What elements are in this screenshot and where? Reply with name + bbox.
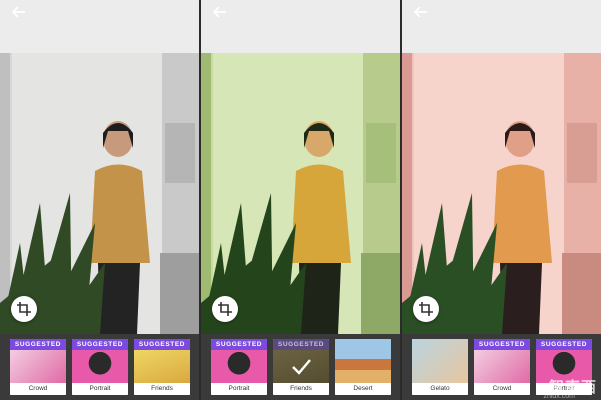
crop-icon — [218, 302, 232, 316]
style-panel-1: SUGGESTED Crowd SUGGESTED Portrait SUGGE… — [0, 0, 199, 400]
style-thumb[interactable]: SUGGESTED Portrait — [72, 339, 128, 395]
style-label: Portrait — [211, 383, 267, 395]
style-tray: SUGGESTED Crowd SUGGESTED Portrait SUGGE… — [0, 334, 199, 400]
style-thumb[interactable]: SUGGESTED Crowd — [10, 339, 66, 395]
crop-button[interactable] — [413, 296, 439, 322]
suggested-badge: SUGGESTED — [72, 339, 128, 350]
style-label: Desert — [335, 383, 391, 395]
suggested-badge: SUGGESTED — [273, 339, 329, 350]
photo-preview — [201, 53, 400, 334]
app-bar — [201, 0, 400, 53]
watermark-url: zhidx.com — [543, 393, 575, 400]
style-label: Friends — [134, 383, 190, 395]
style-thumb[interactable]: SUGGESTED Portrait — [211, 339, 267, 395]
app-bar — [402, 0, 601, 53]
style-panel-3: Gelato SUGGESTED Crowd SUGGESTED Portrai… — [402, 0, 601, 400]
crop-button[interactable] — [212, 296, 238, 322]
crop-icon — [419, 302, 433, 316]
photo-preview — [0, 53, 199, 334]
style-label: Crowd — [10, 383, 66, 395]
style-label: Portrait — [72, 383, 128, 395]
suggested-badge: SUGGESTED — [474, 339, 530, 350]
style-thumb[interactable]: Gelato — [412, 339, 468, 395]
back-arrow-icon[interactable] — [211, 3, 229, 21]
style-label: Gelato — [412, 383, 468, 395]
crop-icon — [17, 302, 31, 316]
selected-check-icon — [273, 350, 329, 383]
suggested-badge: SUGGESTED — [211, 339, 267, 350]
style-label: Crowd — [474, 383, 530, 395]
style-panel-2: SUGGESTED Portrait SUGGESTED Friends Des… — [201, 0, 400, 400]
style-tray: SUGGESTED Portrait SUGGESTED Friends Des… — [201, 334, 400, 400]
crop-button[interactable] — [11, 296, 37, 322]
app-bar — [0, 0, 199, 53]
style-tray: Gelato SUGGESTED Crowd SUGGESTED Portrai… — [402, 334, 601, 400]
photo-preview — [402, 53, 601, 334]
style-thumb[interactable]: SUGGESTED Crowd — [474, 339, 530, 395]
style-label: Friends — [273, 383, 329, 395]
suggested-badge: SUGGESTED — [536, 339, 592, 350]
style-thumb[interactable]: SUGGESTED Friends — [134, 339, 190, 395]
suggested-badge: SUGGESTED — [10, 339, 66, 350]
style-thumb[interactable]: Desert — [335, 339, 391, 395]
back-arrow-icon[interactable] — [10, 3, 28, 21]
suggested-badge: SUGGESTED — [134, 339, 190, 350]
back-arrow-icon[interactable] — [412, 3, 430, 21]
style-thumb-selected[interactable]: SUGGESTED Friends — [273, 339, 329, 395]
